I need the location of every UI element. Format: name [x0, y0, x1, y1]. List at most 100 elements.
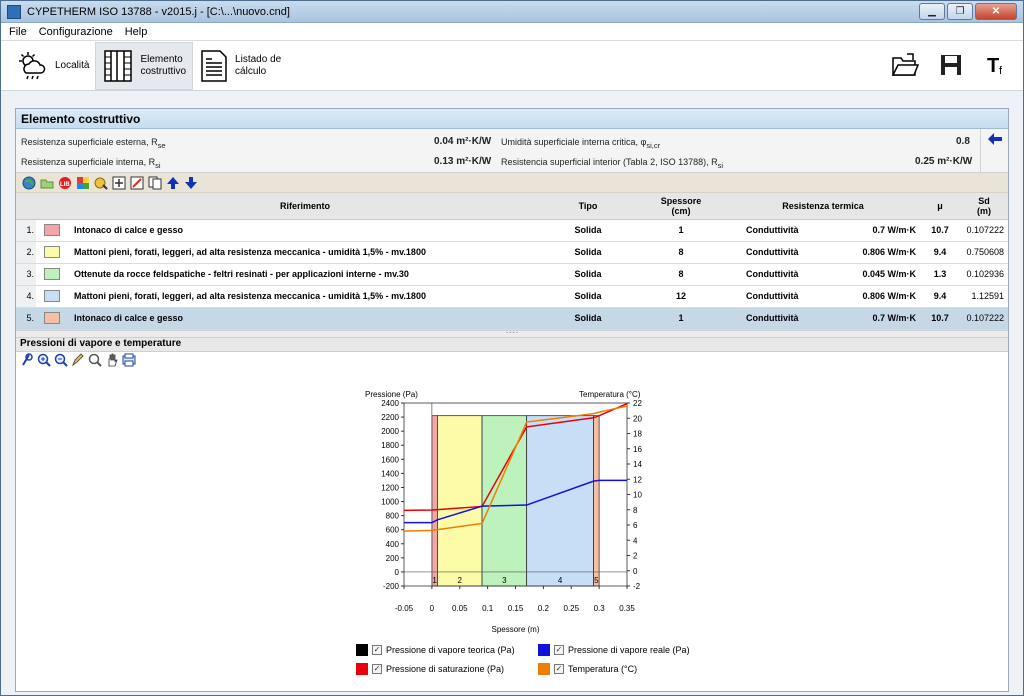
- elemento-costruttivo-button[interactable]: Elemento costruttivo: [95, 41, 194, 90]
- menu-configurazione[interactable]: Configurazione: [39, 26, 113, 38]
- layer-res-type[interactable]: Conduttività: [726, 219, 819, 242]
- listado-calculo-button[interactable]: Listado de cálculo: [193, 42, 287, 90]
- table-row[interactable]: 3. Ottenute da rocce feldspatiche - felt…: [16, 263, 1008, 286]
- layer-name[interactable]: Ottenute da rocce feldspatiche - feltri …: [70, 263, 540, 286]
- layer-res-type[interactable]: Conduttività: [726, 263, 819, 286]
- layer-type[interactable]: Solida: [540, 219, 636, 242]
- zoom-reset-icon[interactable]: [20, 352, 34, 367]
- layer-thickness[interactable]: 1: [636, 307, 726, 330]
- y2-tick-label: -2: [633, 582, 641, 591]
- y-tick-label: 2200: [381, 413, 399, 422]
- layer-res-value[interactable]: 0.045 W/m·K: [818, 263, 920, 286]
- open-file-button[interactable]: [891, 49, 919, 81]
- zoom-window-icon[interactable]: [88, 353, 102, 367]
- layer-thickness[interactable]: 1: [636, 219, 726, 242]
- layer-res-value[interactable]: 0.7 W/m·K: [818, 219, 920, 242]
- app-window: CYPETHERM ISO 13788 - v2015.j - [C:\...\…: [0, 0, 1024, 696]
- layer-res-type[interactable]: Conduttività: [726, 307, 819, 330]
- svg-text:f: f: [999, 65, 1003, 77]
- y-tick-label: 1800: [381, 441, 399, 450]
- layer-name[interactable]: Mattoni pieni, forati, leggeri, ad alta …: [70, 285, 540, 308]
- pan-hand-icon[interactable]: [105, 353, 119, 367]
- layer-thickness[interactable]: 8: [636, 263, 726, 286]
- layer-sd: 0.102936: [960, 263, 1008, 286]
- table-row[interactable]: 4. Mattoni pieni, forati, leggeri, ad al…: [16, 285, 1008, 308]
- layer-type[interactable]: Solida: [540, 241, 636, 264]
- text-settings-button[interactable]: T f: [983, 49, 1011, 81]
- legend-theoretical[interactable]: ✓ Pressione di vapore teorica (Pa): [356, 644, 515, 656]
- menu-file[interactable]: File: [9, 26, 27, 38]
- layer-color-swatch[interactable]: [44, 246, 60, 258]
- layer-thickness[interactable]: 12: [636, 285, 726, 308]
- table-row[interactable]: 2. Mattoni pieni, forati, leggeri, ad al…: [16, 241, 1008, 264]
- layer-color-swatch[interactable]: [44, 312, 60, 324]
- col-riferimento: Riferimento: [70, 193, 540, 220]
- pencil-icon[interactable]: [71, 352, 85, 367]
- open-layer-icon[interactable]: [40, 176, 54, 190]
- layer-mu[interactable]: 9.4: [920, 285, 960, 308]
- zoom-out-icon[interactable]: [54, 353, 68, 367]
- legend-checkbox[interactable]: ✓: [372, 645, 382, 655]
- layer-color-swatch[interactable]: [44, 290, 60, 302]
- close-button[interactable]: ✕: [975, 3, 1017, 20]
- layer-mu[interactable]: 1.3: [920, 263, 960, 286]
- minimize-button[interactable]: ▁: [919, 3, 945, 20]
- maximize-button[interactable]: ❐: [947, 3, 973, 20]
- assign-button[interactable]: [980, 129, 1008, 173]
- legend-real[interactable]: ✓ Pressione di vapore reale (Pa): [538, 644, 690, 656]
- rsi-value[interactable]: 0.13 m²·K/W: [434, 156, 491, 167]
- layer-res-value[interactable]: 0.806 W/m·K: [818, 285, 920, 308]
- localita-button[interactable]: Località: [11, 42, 95, 90]
- layer-type[interactable]: Solida: [540, 307, 636, 330]
- zoom-in-icon[interactable]: [37, 353, 51, 367]
- layer-name[interactable]: Intonaco di calce e gesso: [70, 307, 540, 330]
- color-icon[interactable]: [76, 176, 90, 190]
- library-icon[interactable]: LIB: [58, 176, 72, 190]
- y2-tick-label: 0: [633, 567, 638, 576]
- menu-help[interactable]: Help: [125, 26, 148, 38]
- x-tick-label: -0.05: [395, 604, 414, 613]
- legend-checkbox[interactable]: ✓: [372, 664, 382, 674]
- layer-thickness[interactable]: 8: [636, 241, 726, 264]
- move-up-icon[interactable]: [166, 176, 180, 190]
- row-number: 4.: [16, 285, 36, 308]
- x-tick-label: 0.05: [452, 604, 468, 613]
- layer-color-swatch[interactable]: [44, 224, 60, 236]
- legend-checkbox[interactable]: ✓: [554, 664, 564, 674]
- layer-mu[interactable]: 10.7: [920, 219, 960, 242]
- y-tick-label: -200: [383, 582, 400, 591]
- globe-icon[interactable]: [22, 176, 36, 190]
- layer-type[interactable]: Solida: [540, 285, 636, 308]
- legend-temperature[interactable]: ✓ Temperatura (°C): [538, 663, 637, 675]
- save-button[interactable]: [937, 49, 965, 81]
- graph-title: Pressioni di vapore e temperature: [16, 337, 1008, 352]
- move-down-icon[interactable]: [184, 176, 198, 190]
- copy-layer-icon[interactable]: [148, 176, 162, 190]
- edit-layer-icon[interactable]: [94, 176, 108, 190]
- table-row-selected[interactable]: 5. Intonaco di calce e gesso Solida 1 Co…: [16, 307, 1008, 330]
- layer-res-value[interactable]: 0.806 W/m·K: [818, 241, 920, 264]
- app-icon: [7, 4, 21, 19]
- layer-name[interactable]: Intonaco di calce e gesso: [70, 219, 540, 242]
- layer-type[interactable]: Solida: [540, 263, 636, 286]
- layer-res-type[interactable]: Conduttività: [726, 285, 819, 308]
- x-tick-label: 0.35: [619, 604, 635, 613]
- layer-color-swatch[interactable]: [44, 268, 60, 280]
- layer-res-value[interactable]: 0.7 W/m·K: [818, 307, 920, 330]
- layer-mu[interactable]: 10.7: [920, 307, 960, 330]
- umid-value[interactable]: 0.8: [956, 136, 970, 147]
- y-axis-label: Pressione (Pa): [365, 390, 418, 399]
- print-graph-icon[interactable]: [122, 353, 136, 367]
- arrow-left-icon: [987, 133, 1002, 145]
- rse-value[interactable]: 0.04 m²·K/W: [434, 136, 491, 147]
- umid-label: Umidità superficiale interna critica, φs…: [501, 137, 661, 150]
- layer-res-type[interactable]: Conduttività: [726, 241, 819, 264]
- delete-layer-icon[interactable]: [130, 176, 144, 190]
- panel-splitter[interactable]: ····: [16, 327, 1008, 338]
- layer-name[interactable]: Mattoni pieni, forati, leggeri, ad alta …: [70, 241, 540, 264]
- legend-saturation[interactable]: ✓ Pressione di saturazione (Pa): [356, 663, 504, 675]
- table-row[interactable]: 1. Intonaco di calce e gesso Solida 1 Co…: [16, 219, 1008, 242]
- add-layer-icon[interactable]: [112, 176, 126, 190]
- layer-mu[interactable]: 9.4: [920, 241, 960, 264]
- legend-checkbox[interactable]: ✓: [554, 645, 564, 655]
